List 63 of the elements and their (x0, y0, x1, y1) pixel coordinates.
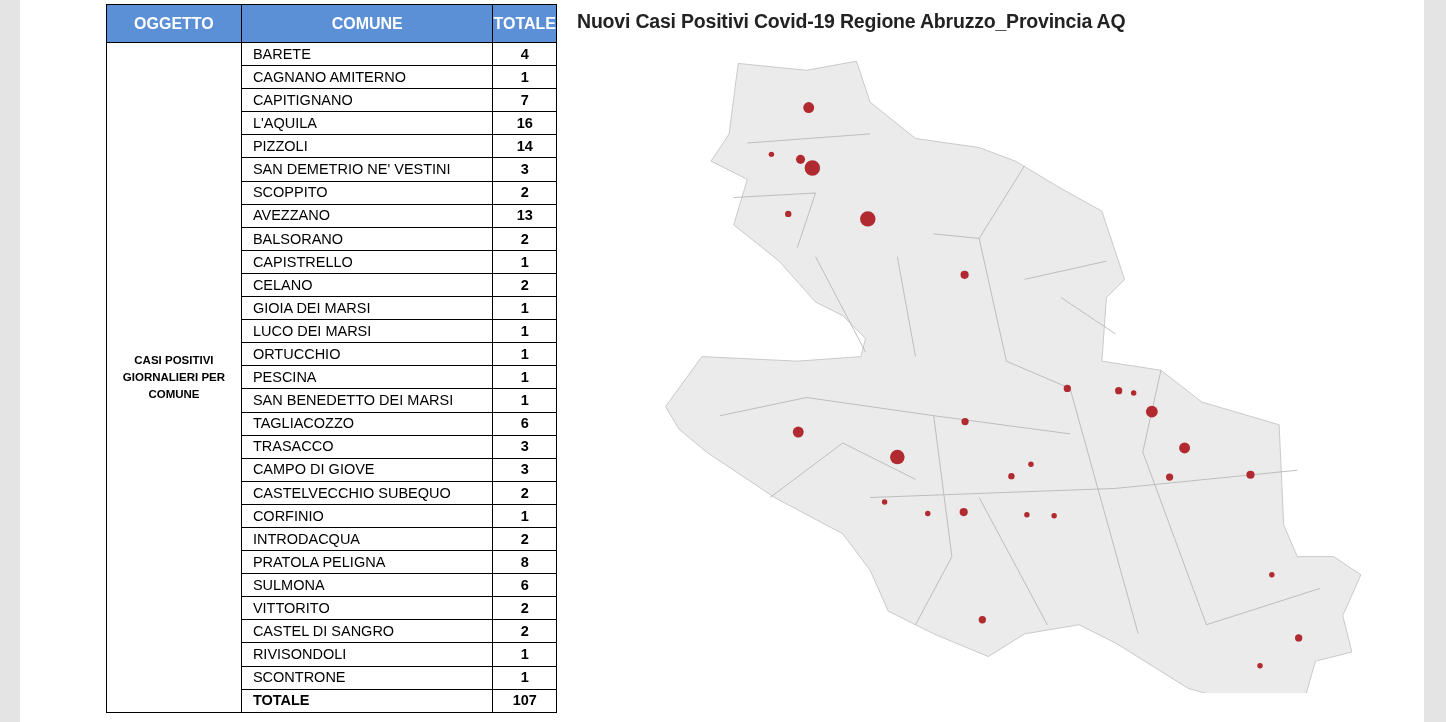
table-cell: CORFINIO (241, 504, 493, 528)
table-cell: 2 (493, 227, 557, 251)
table-cell: 2 (493, 481, 557, 505)
table-cell: AVEZZANO (241, 204, 493, 228)
table-cell: SCONTRONE (241, 666, 493, 690)
table-cell: 2 (493, 596, 557, 620)
table-cell: 1 (493, 504, 557, 528)
table-cell: 1 (493, 365, 557, 389)
table-cell: TAGLIACOZZO (241, 412, 493, 436)
table-cell: 1 (493, 388, 557, 412)
table-cell: PRATOLA PELIGNA (241, 550, 493, 574)
table-cell: 14 (493, 134, 557, 158)
table-cell: TRASACCO (241, 435, 493, 459)
table-cell: SCOPPITO (241, 181, 493, 205)
table-cell: GIOIA DEI MARSI (241, 296, 493, 320)
table-cell: CAPISTRELLO (241, 250, 493, 274)
table-cell: SULMONA (241, 573, 493, 597)
table-cell: 6 (493, 412, 557, 436)
table-cell: 2 (493, 273, 557, 297)
table-cell: CAMPO DI GIOVE (241, 458, 493, 482)
map-title: Nuovi Casi Positivi Covid-19 Regione Abruzzo_Provincia AQ (577, 10, 1127, 33)
table-cell: 2 (493, 619, 557, 643)
table-cell: 1 (493, 642, 557, 667)
column-header: OGGETTO (106, 4, 242, 43)
table-cell: LUCO DEI MARSI (241, 319, 493, 343)
table-cell: PESCINA (241, 365, 493, 389)
table-cell: 2 (493, 181, 557, 205)
table-cell: ORTUCCHIO (241, 342, 493, 366)
table-cell: CAGNANO AMITERNO (241, 65, 493, 89)
table-cell: 3 (493, 435, 557, 459)
table-cell: L'AQUILA (241, 111, 493, 135)
table-cell: RIVISONDOLI (241, 642, 493, 667)
table-cell: BARETE (241, 42, 493, 66)
table-cell: CASTELVECCHIO SUBEQUO (241, 481, 493, 505)
table-cell: 1 (493, 666, 557, 690)
table-cell: 3 (493, 458, 557, 482)
table-cell: 1 (493, 250, 557, 274)
table-cell: 7 (493, 88, 557, 112)
table-cell: SAN DEMETRIO NE' VESTINI (241, 157, 493, 182)
table-cell: INTRODACQUA (241, 527, 493, 551)
table-cell: 1 (493, 319, 557, 343)
table-cell: CAPITIGNANO (241, 88, 493, 112)
table-cell: 1 (493, 342, 557, 366)
table-cell: 8 (493, 550, 557, 574)
table-cell: 3 (493, 157, 557, 182)
table-cell: VITTORITO (241, 596, 493, 620)
table-cell: 1 (493, 296, 557, 320)
total-value: 107 (493, 689, 557, 713)
table-cell: 6 (493, 573, 557, 597)
table-cell: BALSORANO (241, 227, 493, 251)
column-header: TOTALE (493, 4, 557, 43)
table-cell: 13 (493, 204, 557, 228)
table-cell: 16 (493, 111, 557, 135)
table-cell: SAN BENEDETTO DEI MARSI (241, 388, 493, 412)
table-cell: 4 (493, 42, 557, 66)
row-group-label: CASI POSITIVI GIORNALIERI PER COMUNE (106, 42, 242, 713)
table-cell: 2 (493, 527, 557, 551)
table-cell: 1 (493, 65, 557, 89)
total-label: TOTALE (241, 689, 493, 713)
column-header: COMUNE (241, 4, 493, 43)
table-cell: CASTEL DI SANGRO (241, 619, 493, 643)
table-cell: CELANO (241, 273, 493, 297)
table-cell: PIZZOLI (241, 134, 493, 158)
